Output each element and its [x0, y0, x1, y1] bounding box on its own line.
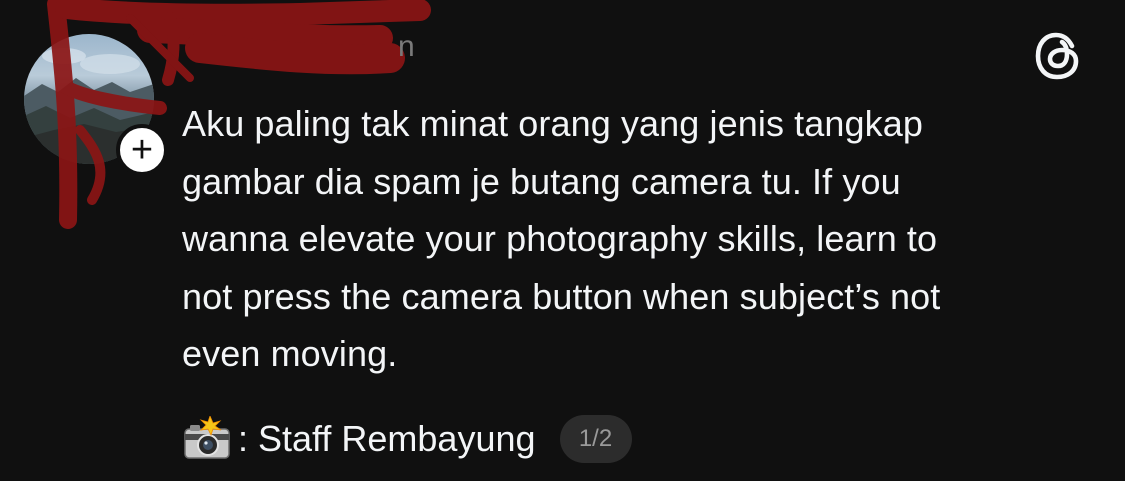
author-username[interactable]: n	[398, 30, 416, 64]
photo-credit-text: : Staff Rembayung	[238, 418, 536, 459]
plus-icon: +	[130, 129, 154, 171]
threads-logo-icon[interactable]	[1032, 30, 1084, 82]
author-avatar-group[interactable]: +	[24, 34, 168, 176]
media-page-indicator: 1/2	[559, 415, 632, 463]
post-body-text: Aku paling tak minat orang yang jenis ta…	[182, 103, 941, 374]
threads-post: + n Aku paling tak minat orang yang jeni…	[0, 0, 1125, 481]
camera-with-flash-icon	[182, 414, 234, 462]
follow-plus-button[interactable]: +	[116, 124, 168, 176]
photo-credit-row: : Staff Rembayung 1/2	[182, 414, 632, 464]
